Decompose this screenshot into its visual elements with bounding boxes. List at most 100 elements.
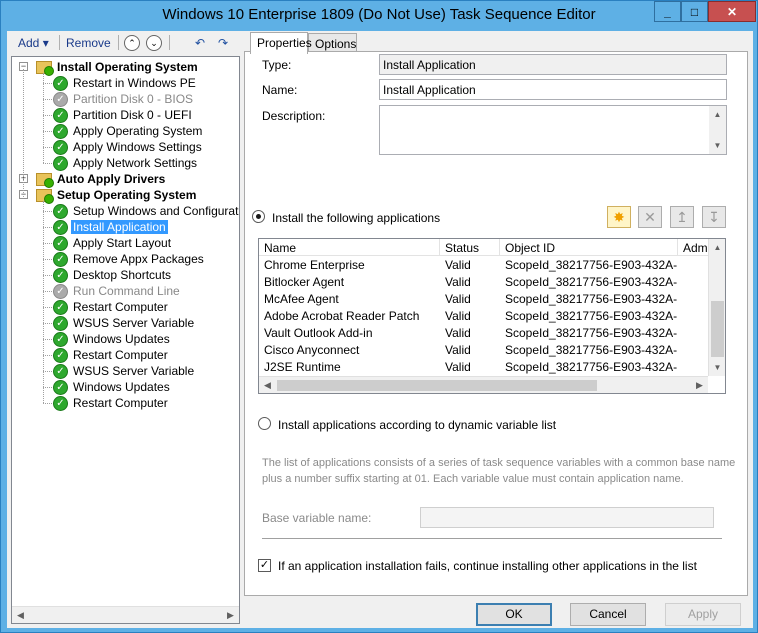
tree-node-label: Partition Disk 0 - UEFI [73,108,192,122]
move-up-application-icon[interactable]: ↥ [670,206,694,228]
scroll-left-icon[interactable]: ◀ [259,377,276,393]
tree-group-node[interactable]: Auto Apply Drivers [36,171,167,188]
app-name-cell: Chrome Enterprise [264,258,365,272]
tree-connector [43,339,52,340]
continue-on-failure-checkbox[interactable]: ✓ [258,559,271,572]
success-check-icon: ✓ [53,299,68,315]
redo-icon[interactable]: ↷ [215,35,231,51]
remove-button[interactable]: Remove [66,36,111,50]
success-check-icon: ✓ [53,235,68,251]
tree-step-node[interactable]: ✓ Apply Operating System [53,123,204,139]
tree-node-label: Apply Network Settings [73,156,198,170]
table-row[interactable]: J2SE Runtime Valid ScopeId_38217756-E903-4… [259,359,709,376]
tree-step-node[interactable]: ✓ Partition Disk 0 - BIOS [53,91,195,107]
column-header-admin[interactable]: Admi [678,239,709,256]
new-application-icon[interactable]: ✸ [607,206,631,228]
add-menu-button[interactable]: Add ▾ [18,36,49,50]
scroll-right-icon[interactable]: ▶ [222,607,239,624]
tree-step-node[interactable]: ✓ Apply Start Layout [53,235,173,251]
tree-node-label: WSUS Server Variable [73,316,195,330]
tab-properties[interactable]: Properties [250,32,312,54]
tab-options[interactable]: Options [308,33,357,53]
scroll-up-icon[interactable]: ▲ [709,239,725,256]
tree-step-node[interactable]: ✓ Apply Network Settings [53,155,199,171]
apply-button[interactable]: Apply [665,603,741,626]
tree-step-node[interactable]: ✓ Restart Computer [53,299,170,315]
tree-step-node[interactable]: ✓ Restart in Windows PE [53,75,198,91]
applications-grid[interactable]: Name Status Object ID Admi Chrome Enterp… [258,238,726,394]
delete-application-icon[interactable]: ✕ [638,206,662,228]
tree-step-node[interactable]: ✓ Windows Updates [53,379,172,395]
tree-step-node[interactable]: ✓ Setup Windows and Configuration [53,203,239,219]
tree-step-node[interactable]: ✓ Partition Disk 0 - UEFI [53,107,194,123]
success-check-icon: ✓ [53,347,68,363]
grid-horizontal-scrollbar[interactable]: ◀ ▶ [259,376,708,393]
tree-connector [43,115,52,116]
app-status-cell: Valid [445,258,471,272]
column-header-status[interactable]: Status [440,239,500,256]
scroll-thumb[interactable] [277,380,597,391]
ok-button[interactable]: OK [476,603,552,626]
minimize-button[interactable]: _ [654,1,681,22]
tree-connector [43,147,52,148]
task-sequence-tree[interactable]: Install Operating System − ✓ Restart in Win… [11,56,240,624]
move-up-icon[interactable]: ⌃ [124,35,140,51]
tree-step-node[interactable]: ✓ Windows Updates [53,331,172,347]
app-status-cell: Valid [445,326,471,340]
tree-connector [43,211,52,212]
table-row[interactable]: Vault Outlook Add-in Valid ScopeId_3821775… [259,325,709,342]
table-row[interactable]: Bitlocker Agent Valid ScopeId_38217756-E90… [259,274,709,291]
tree-step-node[interactable]: ✓ Desktop Shortcuts [53,267,173,283]
app-name-cell: Vault Outlook Add-in [264,326,373,340]
title-bar[interactable]: Windows 10 Enterprise 1809 (Do Not Use) … [1,1,757,31]
add-label: Add [18,36,40,50]
tree-step-node[interactable]: ✓ Install Application [53,219,168,235]
tree-step-node[interactable]: ✓ WSUS Server Variable [53,363,196,379]
scroll-down-icon[interactable]: ▼ [709,359,725,376]
tree-connector [43,323,52,324]
tree-horizontal-scrollbar[interactable]: ◀ ▶ [12,606,239,623]
app-name-cell: Bitlocker Agent [264,275,345,289]
maximize-button[interactable]: □ [681,1,708,22]
tree-step-node[interactable]: ✓ Run Command Line [53,283,182,299]
scroll-right-icon[interactable]: ▶ [691,377,708,393]
tree-step-node[interactable]: ✓ Apply Windows Settings [53,139,204,155]
base-variable-field[interactable] [420,507,714,528]
scroll-up-icon[interactable]: ▲ [709,106,726,123]
cancel-button[interactable]: Cancel [570,603,646,626]
scroll-thumb[interactable] [711,301,724,357]
grid-vertical-scrollbar[interactable]: ▲ ▼ [708,239,725,376]
toolbar-separator [59,35,60,50]
name-field[interactable]: Install Application [379,79,727,100]
dynamic-variable-radio[interactable] [258,417,271,430]
tree-step-node[interactable]: ✓ Remove Appx Packages [53,251,206,267]
success-check-icon: ✓ [53,315,68,331]
description-field[interactable]: ▲ ▼ [379,105,727,155]
table-row[interactable]: Adobe Acrobat Reader Patch Valid ScopeId_3… [259,308,709,325]
scroll-left-icon[interactable]: ◀ [12,607,29,624]
table-row[interactable]: Chrome Enterprise Valid ScopeId_38217756-E… [259,257,709,274]
move-down-application-icon[interactable]: ↧ [702,206,726,228]
success-check-icon: ✓ [53,139,68,155]
description-scrollbar[interactable]: ▲ ▼ [709,106,726,154]
tree-group-node[interactable]: Setup Operating System [36,187,198,204]
tree-group-node[interactable]: Install Operating System [36,59,200,76]
install-following-radio[interactable] [252,210,265,223]
close-button[interactable]: ✕ [708,1,756,22]
column-header-name[interactable]: Name [259,239,440,256]
app-object-id-cell: ScopeId_38217756-E903-432A-... [505,292,678,306]
tree-step-node[interactable]: ✓ Restart Computer [53,347,170,363]
tree-node-label: Apply Start Layout [73,236,172,250]
app-object-id-cell: ScopeId_38217756-E903-432A-... [505,360,678,374]
name-label: Name: [262,83,298,97]
tree-step-node[interactable]: ✓ Restart Computer [53,395,170,411]
table-row[interactable]: Cisco Anyconnect Valid ScopeId_38217756-E9… [259,342,709,359]
scroll-down-icon[interactable]: ▼ [709,137,726,154]
column-header-object-id[interactable]: Object ID [500,239,678,256]
success-check-icon: ✓ [53,155,68,171]
tree-step-node[interactable]: ✓ WSUS Server Variable [53,315,196,331]
table-row[interactable]: McAfee Agent Valid ScopeId_38217756-E903-4… [259,291,709,308]
tree-connector [43,243,52,244]
move-down-icon[interactable]: ⌄ [146,35,162,51]
undo-icon[interactable]: ↶ [192,35,208,51]
